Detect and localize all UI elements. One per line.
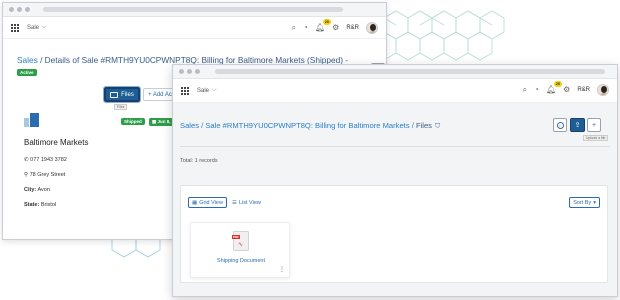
screen: Sale ⌵ ⌕ ◔ 🔔︎ 20 ⚙ R&R Sales / Details of… [0, 0, 620, 300]
file-card[interactable]: PDF ∿ Shipping Document ⋮ [190, 222, 290, 278]
total-records: Total: 1 records [180, 158, 218, 164]
window-dot [17, 7, 22, 12]
window-dot [25, 7, 30, 12]
city-label: City: [24, 187, 37, 193]
app-header: Sale ⌵ ⌕ ◔ 🔔︎ 20 ⚙ R&R [3, 17, 386, 39]
breadcrumb-sales[interactable]: Sales [180, 121, 199, 130]
breadcrumb-sales[interactable]: Sales [17, 55, 38, 65]
breadcrumb-sale[interactable]: Sale #RMTH9YU0CPWNPT8Q: Billing for Balt… [205, 121, 409, 130]
state-value: Bristol [40, 202, 57, 208]
chevron-down-icon[interactable]: ⌵ [212, 87, 217, 94]
pdf-file-icon: PDF ∿ [232, 231, 249, 251]
breadcrumb-current: Files [415, 121, 432, 130]
bell-icon[interactable]: 🔔︎ 20 [546, 81, 563, 94]
add-file-button[interactable]: + [587, 118, 601, 132]
city-line: City: Avon [24, 187, 50, 193]
divider [180, 146, 610, 147]
city-value: Avon [37, 187, 50, 193]
upload-icon: ⇪ [574, 122, 581, 129]
window-dot [187, 69, 192, 74]
pdf-tag: PDF [232, 235, 240, 239]
org-label[interactable]: R&R [577, 87, 590, 93]
grid-view-label: Grid View [199, 199, 223, 206]
more-options-icon[interactable]: ⋮ [279, 267, 285, 273]
sort-by-label: Sort By [573, 199, 592, 206]
speed-gauge-icon[interactable]: ◔ [534, 86, 539, 94]
add-activity-label: + Add Acti [148, 91, 175, 98]
state-label: State: [24, 202, 40, 208]
files-page: Sales / Sale #RMTH9YU0CPWNPT8Q: Billing … [173, 103, 617, 296]
customer-logo [24, 113, 39, 127]
search-icon[interactable]: ⌕ [523, 86, 527, 94]
browser-chrome [3, 3, 386, 17]
notification-badge: 20 [553, 81, 563, 87]
speed-gauge-icon[interactable]: ◔ [303, 24, 308, 32]
address-line: ⚲ 78 Grey Street [24, 172, 65, 178]
grid-icon: ▦ [192, 199, 198, 206]
plus-icon: + [591, 121, 597, 129]
files-button[interactable]: Files [103, 86, 141, 103]
notification-badge: 20 [322, 19, 332, 25]
files-icon [110, 91, 119, 98]
upload-button[interactable]: ⇪ [570, 118, 585, 132]
status-badge: Active [17, 69, 37, 76]
sort-by-dropdown[interactable]: Sort By ▾ [569, 197, 600, 208]
gear-icon[interactable]: ⚙ [332, 24, 339, 32]
window-dot [195, 69, 200, 74]
info-button[interactable]: i [553, 118, 567, 132]
search-icon[interactable]: ⌕ [292, 24, 296, 32]
caret-down-icon: ▾ [593, 199, 596, 206]
window-dot [179, 69, 184, 74]
phone-line: ✆ 077 1943 3782 [24, 157, 67, 163]
window-dot [9, 7, 14, 12]
browser-chrome [173, 65, 617, 79]
list-icon: ☰ [232, 199, 237, 206]
gear-icon[interactable]: ⚙ [563, 86, 570, 94]
list-view-button[interactable]: ☰ List View [229, 197, 264, 208]
chevron-down-icon[interactable]: ⌵ [42, 24, 47, 31]
state-line: State: Bristol [24, 202, 56, 208]
customer-name: Baltimore Markets [24, 138, 89, 147]
front-window: Sale ⌵ ⌕ ◔ 🔔︎ 20 ⚙ R&R Sales / Sale #RMTH… [172, 64, 618, 297]
avatar[interactable] [366, 22, 378, 34]
grid-view-button[interactable]: ▦ Grid View [188, 197, 227, 208]
files-panel: ▦ Grid View ☰ List View Sort By ▾ PDF ∿ [180, 185, 608, 283]
file-name[interactable]: Shipping Document [191, 258, 291, 264]
list-view-label: List View [238, 199, 261, 206]
bell-icon[interactable]: 🔔︎ 20 [315, 19, 332, 32]
app-header: Sale ⌵ ⌕ ◔ 🔔︎ 20 ⚙ R&R [173, 79, 617, 103]
upload-tooltip: Upload a file [583, 135, 609, 141]
address-bar[interactable] [215, 69, 605, 74]
address-text: 78 Grey Street [29, 172, 66, 178]
app-switcher-label[interactable]: Sale [27, 25, 39, 31]
info-icon: i [556, 121, 564, 129]
avatar[interactable] [597, 84, 609, 96]
files-button-label: Files [121, 91, 134, 98]
app-launcher-icon[interactable] [181, 86, 189, 95]
phone-text[interactable]: 077 1943 3782 [30, 157, 67, 163]
shipped-badge: Shipped [121, 118, 145, 125]
customer-card: Shipped ▦ Jun 8, 2 Baltimore Markets ✆ 0… [17, 109, 182, 215]
app-launcher-icon[interactable] [11, 23, 19, 32]
filter-icon[interactable]: ⛉ [435, 123, 440, 131]
org-label[interactable]: R&R [346, 25, 359, 31]
address-bar[interactable] [43, 7, 343, 12]
app-switcher-label[interactable]: Sale [197, 88, 209, 94]
breadcrumb: Sales / Sale #RMTH9YU0CPWNPT8Q: Billing … [180, 121, 440, 131]
